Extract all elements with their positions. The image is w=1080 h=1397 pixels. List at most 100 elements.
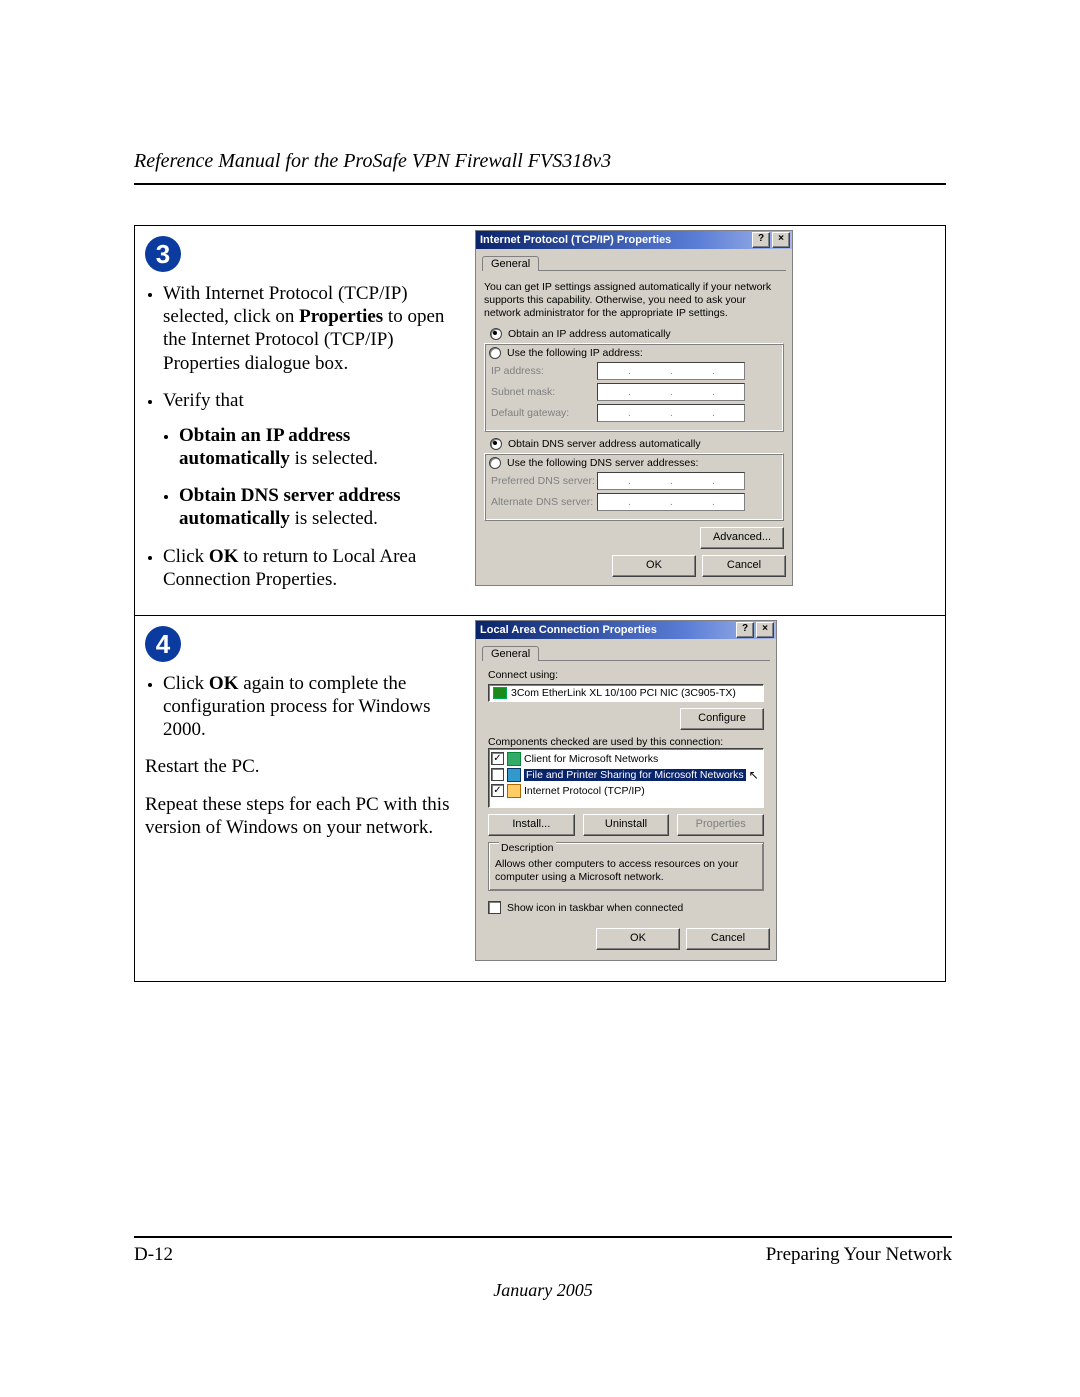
ip-address-row: IP address: ... — [491, 362, 777, 380]
use-ip-group: Use the following IP address: IP address… — [484, 343, 784, 432]
dialog-title: Local Area Connection Properties — [480, 624, 734, 636]
label: IP address: — [491, 365, 597, 377]
header-rule — [134, 183, 946, 185]
radio-use-dns[interactable]: Use the following DNS server addresses: — [489, 457, 777, 469]
text: Click — [163, 673, 209, 694]
default-gateway-row: Default gateway: ... — [491, 404, 777, 422]
footer-rule — [134, 1236, 952, 1238]
text: is selected. — [290, 448, 378, 469]
advanced-button[interactable]: Advanced... — [700, 527, 784, 549]
install-button[interactable]: Install... — [488, 814, 575, 836]
header-title: Reference Manual for the ProSafe VPN Fir… — [134, 150, 946, 179]
step3-bullet-2: Verify that Obtain an IP address automat… — [163, 389, 461, 531]
step3-sub-a: Obtain an IP address automatically is se… — [179, 424, 461, 470]
default-gateway-input[interactable]: ... — [597, 404, 745, 422]
radio-icon — [489, 347, 501, 359]
description-box: Description Allows other computers to ac… — [488, 842, 764, 891]
radio-icon — [490, 328, 502, 340]
help-button[interactable]: ? — [736, 622, 754, 638]
list-item[interactable]: Client for Microsoft Networks — [491, 751, 761, 767]
preferred-dns-input[interactable]: ... — [597, 472, 745, 490]
radio-label: Use the following DNS server addresses: — [507, 457, 698, 469]
lac-properties-dialog: Local Area Connection Properties ? × Gen… — [475, 620, 777, 961]
step3-screenshot: Internet Protocol (TCP/IP) Properties ? … — [471, 226, 945, 615]
step4-text: 4 Click OK again to complete the configu… — [135, 616, 471, 981]
subnet-mask-input[interactable]: ... — [597, 383, 745, 401]
radio-icon — [489, 457, 501, 469]
radio-label: Use the following IP address: — [507, 347, 643, 359]
step3-badge: 3 — [145, 236, 181, 272]
page-footer: D-12 Preparing Your Network January 2005 — [134, 1236, 952, 1301]
text-bold: OK — [209, 673, 239, 694]
tab-general[interactable]: General — [482, 256, 539, 271]
radio-use-ip[interactable]: Use the following IP address: — [489, 347, 777, 359]
use-dns-group: Use the following DNS server addresses: … — [484, 453, 784, 521]
footer-date: January 2005 — [134, 1280, 952, 1301]
dialog-title: Internet Protocol (TCP/IP) Properties — [480, 234, 750, 246]
radio-icon — [490, 438, 502, 450]
page-number: D-12 — [134, 1244, 173, 1266]
alternate-dns-input[interactable]: ... — [597, 493, 745, 511]
item-label: Client for Microsoft Networks — [524, 753, 658, 765]
cancel-button[interactable]: Cancel — [686, 928, 770, 950]
label: Preferred DNS server: — [491, 475, 597, 487]
titlebar: Internet Protocol (TCP/IP) Properties ? … — [476, 231, 792, 249]
description-legend: Description — [499, 842, 556, 855]
checkbox-icon[interactable] — [491, 752, 504, 765]
close-button[interactable]: × — [756, 622, 774, 638]
step3-row: 3 With Internet Protocol (TCP/IP) select… — [135, 226, 945, 615]
show-icon-checkbox[interactable]: Show icon in taskbar when connected — [488, 901, 764, 914]
components-list[interactable]: Client for Microsoft Networks File and P… — [488, 748, 764, 808]
radio-obtain-dns-auto[interactable]: Obtain DNS server address automatically — [490, 438, 786, 450]
label: Subnet mask: — [491, 386, 597, 398]
uninstall-button[interactable]: Uninstall — [583, 814, 670, 836]
tab-general[interactable]: General — [482, 646, 539, 661]
checkbox-icon[interactable] — [491, 784, 504, 797]
service-icon — [507, 768, 521, 782]
radio-label: Obtain DNS server address automatically — [508, 438, 701, 450]
tcpip-properties-dialog: Internet Protocol (TCP/IP) Properties ? … — [475, 230, 793, 586]
description-text: Allows other computers to access resourc… — [495, 858, 757, 884]
text-bold: Properties — [299, 306, 383, 327]
item-label: Internet Protocol (TCP/IP) — [524, 785, 645, 797]
text: is selected. — [290, 508, 378, 529]
components-label: Components checked are used by this conn… — [488, 736, 764, 748]
radio-obtain-ip-auto[interactable]: Obtain an IP address automatically — [490, 328, 786, 340]
cancel-button[interactable]: Cancel — [702, 555, 786, 577]
list-item-selected[interactable]: File and Printer Sharing for Microsoft N… — [491, 767, 761, 783]
item-label: File and Printer Sharing for Microsoft N… — [524, 769, 746, 781]
preferred-dns-row: Preferred DNS server: ... — [491, 472, 777, 490]
configure-button[interactable]: Configure — [680, 708, 764, 730]
ip-address-input[interactable]: ... — [597, 362, 745, 380]
text: Click — [163, 546, 209, 567]
checkbox-icon[interactable] — [488, 901, 501, 914]
step3-bullet-1: With Internet Protocol (TCP/IP) selected… — [163, 282, 461, 375]
list-item[interactable]: Internet Protocol (TCP/IP) — [491, 783, 761, 799]
step4-bullet-1: Click OK again to complete the configura… — [163, 672, 461, 742]
step3-bullet-3: Click OK to return to Local Area Connect… — [163, 545, 461, 591]
label: Alternate DNS server: — [491, 496, 597, 508]
step4-badge: 4 — [145, 626, 181, 662]
tab-strip: General — [482, 253, 786, 271]
label: Default gateway: — [491, 407, 597, 419]
alternate-dns-row: Alternate DNS server: ... — [491, 493, 777, 511]
step4-row: 4 Click OK again to complete the configu… — [135, 615, 945, 981]
radio-label: Obtain an IP address automatically — [508, 328, 671, 340]
close-button[interactable]: × — [772, 232, 790, 248]
nic-name: 3Com EtherLink XL 10/100 PCI NIC (3C905-… — [511, 687, 736, 699]
ok-button[interactable]: OK — [596, 928, 680, 950]
step4-screenshot: Local Area Connection Properties ? × Gen… — [471, 616, 945, 981]
checkbox-label: Show icon in taskbar when connected — [507, 902, 683, 914]
checkbox-icon[interactable] — [491, 768, 504, 781]
step3-sub-b: Obtain DNS server address automatically … — [179, 484, 461, 530]
help-button[interactable]: ? — [752, 232, 770, 248]
section-title: Preparing Your Network — [766, 1244, 952, 1266]
ok-button[interactable]: OK — [612, 555, 696, 577]
text-bold: OK — [209, 546, 239, 567]
tab-strip: General — [482, 643, 770, 661]
dialog-description: You can get IP settings assigned automat… — [484, 281, 784, 320]
nic-field: 3Com EtherLink XL 10/100 PCI NIC (3C905-… — [488, 684, 764, 702]
cursor-icon: ↖ — [749, 768, 759, 782]
properties-button[interactable]: Properties — [677, 814, 764, 836]
step4-para-1: Restart the PC. — [145, 755, 461, 778]
